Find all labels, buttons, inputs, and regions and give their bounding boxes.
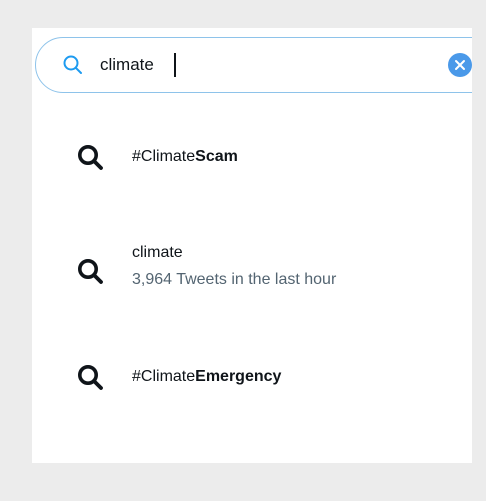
search-input[interactable]	[100, 51, 400, 79]
text-caret	[174, 53, 176, 77]
suggestion-item[interactable]: #ClimateEmergency	[32, 338, 472, 418]
close-icon	[455, 60, 465, 70]
search-panel: #ClimateScam climate 3,964 Tweets in the…	[32, 28, 472, 463]
suggestion-prefix: #Climate	[132, 368, 196, 385]
suggestion-prefix: climate	[132, 244, 183, 261]
suggestion-subtitle: 3,964 Tweets in the last hour	[132, 271, 337, 288]
search-icon	[61, 53, 85, 77]
search-icon	[76, 363, 104, 391]
suggestion-prefix: #Climate	[132, 148, 196, 165]
suggestion-item[interactable]: #ClimateScam	[32, 118, 472, 198]
suggestion-bold: Emergency	[195, 368, 282, 385]
search-box[interactable]	[35, 37, 472, 93]
suggestion-label: #ClimateScam	[132, 148, 238, 166]
suggestion-label: climate	[132, 244, 183, 262]
suggestion-item[interactable]: climate 3,964 Tweets in the last hour	[32, 228, 472, 308]
suggestion-label: #ClimateEmergency	[132, 368, 281, 386]
search-icon	[76, 143, 104, 171]
suggestion-bold: Scam	[195, 148, 238, 165]
clear-search-button[interactable]	[448, 53, 472, 77]
search-icon	[76, 257, 104, 285]
